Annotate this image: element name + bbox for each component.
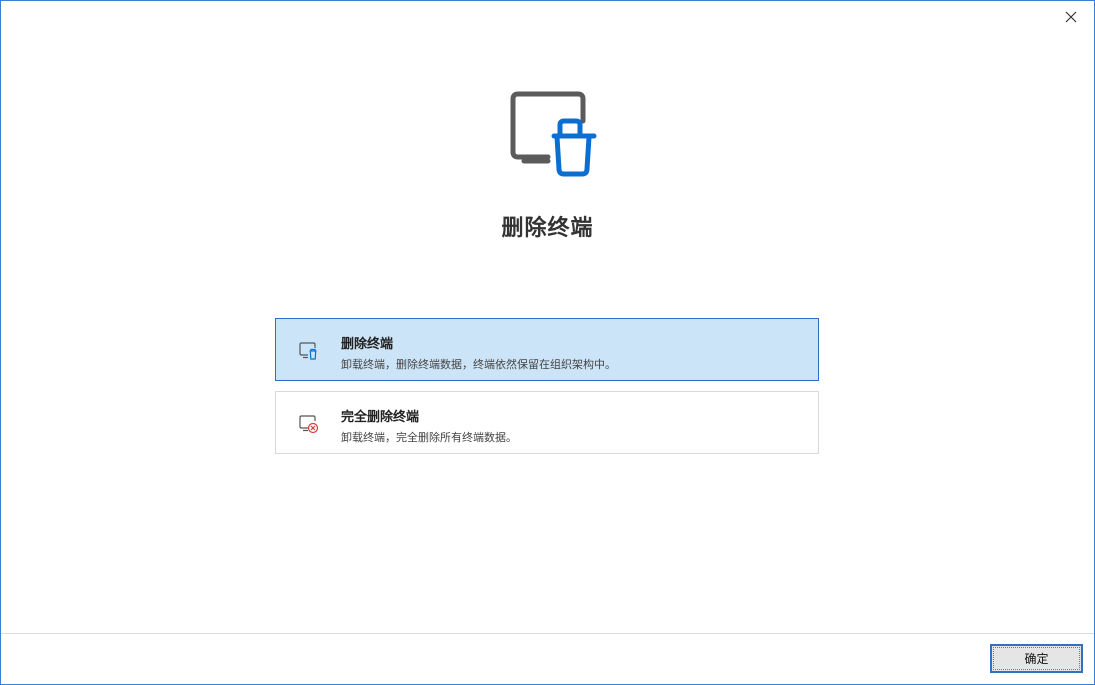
option-title: 删除终端 [341, 337, 394, 352]
page-title: 删除终端 [501, 216, 594, 241]
delete-terminal-dialog: 删除终端 删除终端 卸载终端，删除终端数据，终端依然保留在组织架构中。 完全删除… [0, 0, 1095, 685]
option-description: 卸载终端，完全删除所有终端数据。 [341, 431, 517, 444]
option-title: 完全删除终端 [341, 410, 420, 425]
option-fully-delete-terminal[interactable]: 完全删除终端 卸载终端，完全删除所有终端数据。 [275, 391, 819, 454]
option-description: 卸载终端，删除终端数据，终端依然保留在组织架构中。 [341, 358, 616, 371]
close-button[interactable] [1056, 5, 1086, 29]
monitor-delete-icon [299, 415, 319, 434]
ok-button[interactable]: 确定 [990, 644, 1083, 673]
monitor-trash-icon [510, 91, 597, 177]
footer-divider [1, 633, 1094, 634]
monitor-trash-icon [299, 342, 317, 360]
option-delete-terminal[interactable]: 删除终端 卸载终端，删除终端数据，终端依然保留在组织架构中。 [275, 318, 819, 381]
close-icon [1065, 11, 1077, 23]
ok-button-label: 确定 [1024, 652, 1049, 666]
